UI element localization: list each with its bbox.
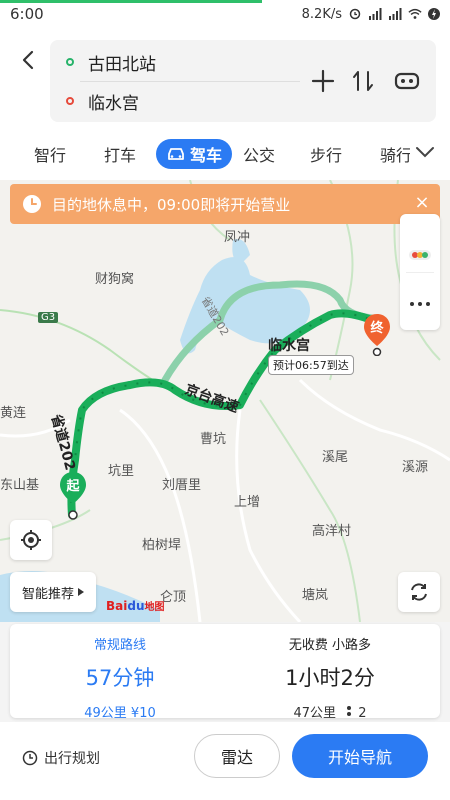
close-icon[interactable]: × xyxy=(414,194,430,212)
trip-plan-button[interactable]: 出行规划 xyxy=(22,748,100,768)
map-label-gaoyangcun: 高洋村 xyxy=(312,524,352,539)
network-speed: 8.2K/s xyxy=(301,6,342,22)
destination-text: 临水宫 xyxy=(88,93,139,114)
map-label-liuceli: 刘厝里 xyxy=(162,478,202,493)
status-bar: 6:00 8.2K/s xyxy=(0,0,450,28)
map-label-g3: G3 xyxy=(38,312,59,323)
car-icon xyxy=(168,148,184,160)
route-option-default[interactable]: 常规路线 57分钟 49公里 ¥10 xyxy=(20,634,220,721)
origin-pin-label: 起 xyxy=(65,478,80,494)
baidu-map-logo: Baidu地图 xyxy=(106,599,165,613)
origin-pin-icon[interactable]: 起 xyxy=(58,470,88,522)
swap-route-icon[interactable] xyxy=(350,68,376,94)
destination-row[interactable]: 临水宫 xyxy=(66,89,139,114)
signal-icon xyxy=(369,8,382,20)
chevron-down-icon[interactable] xyxy=(414,144,436,160)
route-header: 古田北站 临水宫 智行 打车 驾车 公交 步行 骑行 xyxy=(0,28,450,180)
destination-pin-icon[interactable]: 终 xyxy=(362,312,392,356)
status-indicators: 8.2K/s xyxy=(302,7,440,22)
route-option-meta: 47公里 2 xyxy=(230,702,430,721)
map-label-shangzheng: 上增 xyxy=(234,495,261,510)
more-options-icon[interactable] xyxy=(408,300,432,308)
map-label-xiwei: 溪尾 xyxy=(322,450,349,465)
map-label-tanglan: 塘岚 xyxy=(302,588,329,603)
destination-pin-label: 终 xyxy=(370,320,384,336)
route-option-toll-free[interactable]: 无收费 小路多 1小时2分 47公里 2 xyxy=(230,634,430,721)
origin-row[interactable]: 古田北站 xyxy=(66,50,156,75)
origin-text: 古田北站 xyxy=(88,54,156,75)
tab-taxi[interactable]: 打车 xyxy=(104,142,136,166)
tab-bus[interactable]: 公交 xyxy=(243,142,275,166)
tab-drive[interactable]: 驾车 xyxy=(156,139,232,169)
route-option-tag: 常规路线 xyxy=(93,638,146,653)
route-option-meta: 49公里 ¥10 xyxy=(84,706,156,721)
map-tools-panel xyxy=(400,214,440,330)
start-navigation-button[interactable]: 开始导航 xyxy=(292,734,428,778)
map-label-caigouwo: 财狗窝 xyxy=(95,272,135,287)
tab-walk[interactable]: 步行 xyxy=(310,142,342,166)
route-divider xyxy=(80,81,300,82)
tab-smart[interactable]: 智行 xyxy=(34,142,66,166)
refresh-icon xyxy=(411,583,427,601)
tab-drive-label: 驾车 xyxy=(189,146,222,165)
battery-charging-icon xyxy=(428,8,440,20)
map-label-caokeng: 曹坑 xyxy=(200,432,227,447)
notice-text: 目的地休息中，09:00即将开始营业 xyxy=(52,195,291,214)
clock-icon xyxy=(22,750,38,766)
map-label-kengli: 坑里 xyxy=(108,464,135,479)
map-label-xiyuan: 溪源 xyxy=(402,460,429,475)
page-load-progress xyxy=(0,0,262,3)
eta-tag: 预计06:57到达 xyxy=(268,355,354,375)
add-waypoint-icon[interactable] xyxy=(310,68,336,94)
alarm-icon xyxy=(349,8,361,20)
radar-button[interactable]: 雷达 xyxy=(194,734,280,778)
map-view[interactable]: 凤冲 财狗窝 G3 省道202 临水宫 省道202 京台高速 黄连 曹坑 溪尾 … xyxy=(0,180,450,622)
route-option-time: 57分钟 xyxy=(85,666,155,690)
map-label-dongshanji: 东山基 xyxy=(0,478,40,493)
map-label-baishuhe: 柏树垾 xyxy=(142,538,182,553)
map-label-fengchong: 凤冲 xyxy=(224,230,251,245)
caret-right-icon xyxy=(78,588,84,596)
destination-dot-icon xyxy=(66,97,74,105)
route-input-card: 古田北站 临水宫 xyxy=(50,40,436,122)
map-label-linshuigong: 临水宫 xyxy=(268,338,310,354)
route-option-time: 1小时2分 xyxy=(285,666,375,690)
signal-hd-icon xyxy=(389,8,402,20)
traffic-light-count: 2 xyxy=(358,706,367,721)
locate-me-button[interactable] xyxy=(10,520,52,560)
traffic-light-count-icon xyxy=(347,706,352,716)
origin-dot-icon xyxy=(66,58,74,66)
smart-recommend-label: 智能推荐 xyxy=(21,586,74,602)
smart-recommend-button[interactable]: 智能推荐 xyxy=(10,572,96,612)
bottom-action-bar: 出行规划 雷达 开始导航 xyxy=(0,722,450,800)
business-hours-notice: 目的地休息中，09:00即将开始营业 × xyxy=(10,184,440,224)
status-time: 6:00 xyxy=(10,5,44,23)
car-settings-icon[interactable] xyxy=(394,68,420,94)
traffic-light-icon[interactable] xyxy=(408,248,432,262)
wifi-icon xyxy=(408,8,422,19)
refresh-route-button[interactable] xyxy=(398,572,440,612)
locate-icon xyxy=(21,530,41,550)
panel-divider xyxy=(406,272,434,273)
route-options-panel: 常规路线 57分钟 49公里 ¥10 无收费 小路多 1小时2分 47公里 2 xyxy=(10,624,440,721)
clock-icon xyxy=(23,195,41,213)
route-option-tag: 无收费 小路多 xyxy=(288,638,372,653)
route-option-distance: 47公里 xyxy=(293,706,336,721)
trip-plan-label: 出行规划 xyxy=(44,751,100,767)
travel-mode-tabs: 智行 打车 驾车 公交 步行 骑行 xyxy=(0,132,450,176)
tab-bike[interactable]: 骑行 xyxy=(380,142,410,166)
back-arrow-icon[interactable] xyxy=(18,48,40,72)
map-label-huanglian: 黄连 xyxy=(0,406,27,421)
